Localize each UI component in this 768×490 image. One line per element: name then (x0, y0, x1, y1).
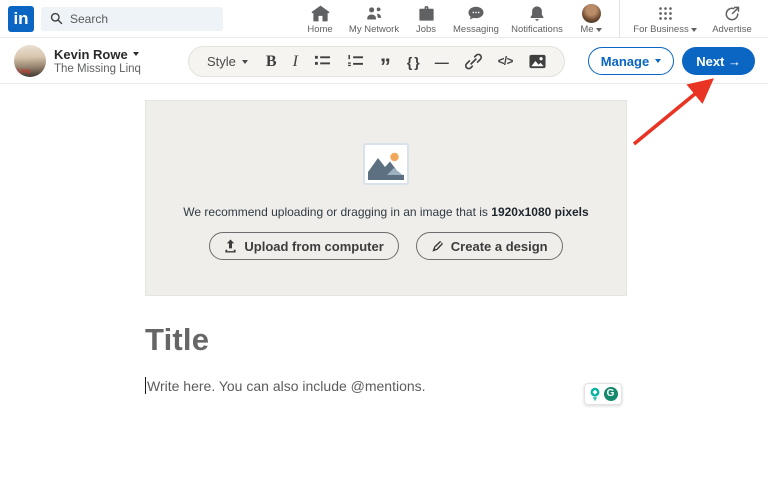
cover-actions: Upload from computer Create a design (209, 232, 562, 260)
grammarly-g-icon: G (604, 387, 618, 401)
linkedin-logo[interactable]: in (8, 6, 34, 32)
author-name-dropdown[interactable]: Kevin Rowe (54, 47, 141, 62)
nav-divider (619, 0, 620, 38)
chevron-down-icon (596, 28, 602, 32)
notifications-icon (528, 4, 546, 23)
advertise-icon (723, 4, 741, 23)
upload-hint: We recommend uploading or dragging in an… (183, 205, 588, 219)
nav-item-my-network[interactable]: My Network (343, 0, 405, 38)
bold-button[interactable]: B (258, 47, 285, 76)
upload-hint-size: 1920x1080 pixels (491, 205, 588, 219)
upload-button-label: Upload from computer (244, 239, 383, 254)
me-avatar (582, 4, 601, 23)
italic-button[interactable]: I (285, 47, 306, 76)
upload-hint-text: We recommend uploading or dragging in an… (183, 205, 491, 219)
manage-button[interactable]: Manage (588, 47, 674, 75)
body-placeholder: Write here. You can also include @mentio… (147, 378, 426, 394)
bullet-list-button[interactable] (306, 47, 339, 76)
design-button-label: Create a design (451, 239, 548, 254)
grid-icon (657, 4, 674, 23)
divider-button[interactable]: — (427, 47, 457, 76)
chevron-down-icon (242, 60, 248, 64)
nav-item-messaging[interactable]: Messaging (447, 0, 505, 38)
title-input[interactable]: Title (145, 322, 209, 358)
author-name: Kevin Rowe (54, 47, 128, 62)
avatar-text: Linq (17, 69, 30, 75)
suggestion-bulb-icon (589, 387, 601, 401)
header-actions: Manage Next → (588, 47, 755, 75)
messaging-icon (466, 4, 486, 23)
manage-label: Manage (601, 54, 649, 69)
nav-label: Me (580, 24, 593, 35)
next-button[interactable]: Next → (682, 47, 755, 75)
my-network-icon (364, 4, 384, 23)
upload-icon (224, 239, 237, 253)
global-nav: Home My Network Jobs (297, 0, 760, 38)
body-editor[interactable]: Write here. You can also include @mentio… (145, 377, 426, 394)
article-editor: We recommend uploading or dragging in an… (0, 84, 768, 489)
grammarly-widget[interactable]: G (584, 383, 622, 405)
snippet-button[interactable]: { } (399, 47, 427, 76)
style-dropdown[interactable]: Style (199, 47, 258, 76)
nav-label: Messaging (453, 24, 499, 35)
formatting-toolbar: Style B I ” { } — (188, 46, 565, 77)
nav-label: Home (307, 24, 332, 35)
chevron-down-icon (655, 59, 661, 63)
nav-item-notifications[interactable]: Notifications (505, 0, 569, 38)
nav-item-for-business[interactable]: For Business (626, 0, 704, 38)
cover-image-dropzone[interactable]: We recommend uploading or dragging in an… (145, 100, 627, 296)
nav-item-home[interactable]: Home (297, 0, 343, 38)
nav-item-me[interactable]: Me (569, 0, 613, 38)
search-bar[interactable] (41, 7, 223, 31)
image-icon (529, 54, 546, 69)
search-icon (50, 12, 63, 25)
nav-label: My Network (349, 24, 399, 35)
author-block[interactable]: Linq Kevin Rowe The Missing Linq (14, 45, 141, 77)
style-label: Style (207, 54, 236, 69)
numbered-list-button[interactable] (339, 47, 372, 76)
create-a-design-button[interactable]: Create a design (416, 232, 563, 260)
chevron-down-icon (133, 52, 139, 56)
jobs-icon (417, 4, 436, 23)
nav-item-jobs[interactable]: Jobs (405, 0, 447, 38)
code-button[interactable]: </> (490, 47, 521, 76)
link-button[interactable] (457, 47, 490, 76)
text-cursor (145, 377, 146, 394)
image-placeholder-icon (363, 143, 409, 185)
author-subtitle: The Missing Linq (54, 62, 141, 76)
bullet-list-icon (314, 54, 331, 69)
upload-from-computer-button[interactable]: Upload from computer (209, 232, 398, 260)
top-navbar: in Home My Net (0, 0, 768, 38)
editor-header: Linq Kevin Rowe The Missing Linq Style B… (0, 38, 768, 84)
home-icon (311, 4, 330, 23)
search-input[interactable] (70, 12, 214, 26)
blockquote-button[interactable]: ” (372, 47, 399, 76)
avatar[interactable]: Linq (14, 45, 46, 77)
pen-nib-icon (431, 240, 444, 253)
chevron-down-icon (691, 28, 697, 32)
nav-label: Notifications (511, 24, 563, 35)
nav-item-advertise[interactable]: Advertise (704, 0, 760, 38)
nav-label: Jobs (416, 24, 436, 35)
nav-label: For Business (633, 24, 688, 35)
insert-image-button[interactable] (521, 47, 554, 76)
link-icon (465, 53, 482, 70)
numbered-list-icon (347, 54, 364, 69)
nav-label: Advertise (712, 24, 752, 35)
